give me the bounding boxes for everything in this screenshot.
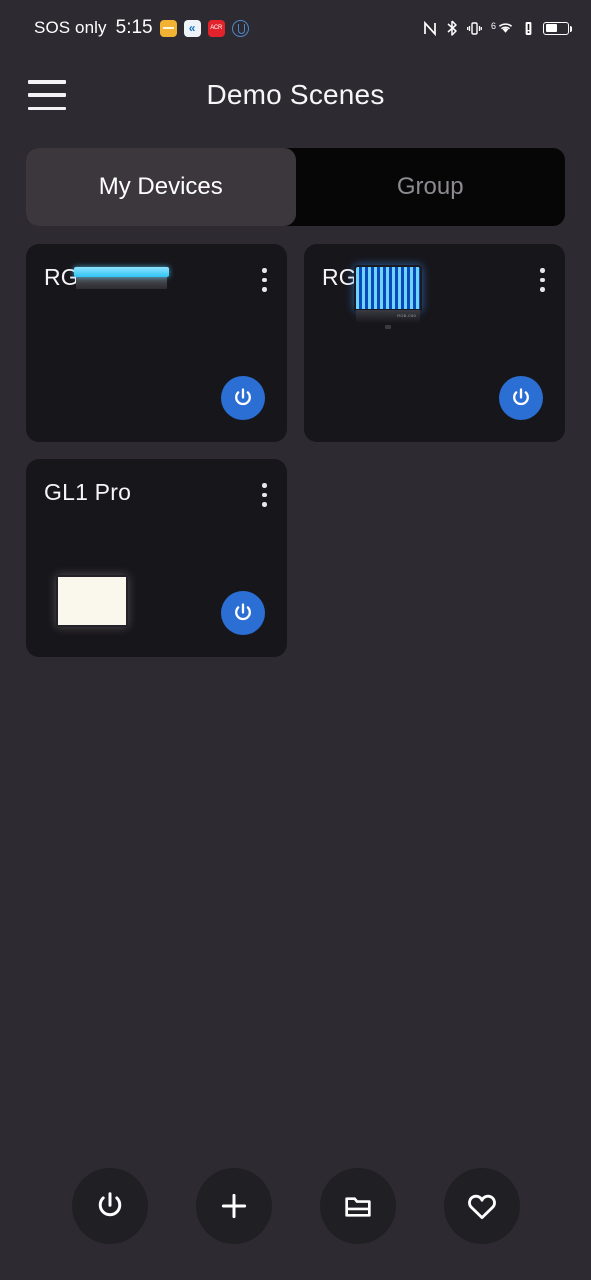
panel-stand bbox=[385, 325, 391, 329]
power-button[interactable] bbox=[221, 376, 265, 420]
nav-favorites-button[interactable] bbox=[443, 1168, 520, 1244]
bar-body bbox=[76, 276, 167, 289]
tab-group[interactable]: Group bbox=[296, 148, 566, 226]
device-card-rgb1[interactable]: RGB1 bbox=[26, 244, 287, 442]
panel-face bbox=[354, 265, 422, 311]
overflow-menu-icon[interactable] bbox=[262, 268, 267, 292]
carrier-label: SOS only bbox=[34, 18, 107, 37]
power-button[interactable] bbox=[499, 376, 543, 420]
folder-icon bbox=[344, 1197, 371, 1217]
battery-icon bbox=[543, 21, 572, 35]
tab-my-devices[interactable]: My Devices bbox=[26, 148, 296, 226]
bar-led bbox=[74, 267, 169, 277]
overflow-menu-icon[interactable] bbox=[540, 268, 545, 292]
hamburger-bar bbox=[28, 93, 66, 97]
wifi-generation-label: 6 bbox=[490, 21, 496, 31]
status-bar-left: SOS only 5:15 bbox=[34, 17, 249, 39]
blue-app-icon bbox=[183, 19, 201, 37]
power-button[interactable] bbox=[221, 591, 265, 635]
nav-folder-button[interactable] bbox=[319, 1168, 396, 1244]
app-header: Demo Scenes bbox=[0, 56, 591, 134]
heart-icon bbox=[467, 1194, 496, 1220]
device-name: GL1 Pro bbox=[44, 479, 132, 505]
battery-fill bbox=[545, 24, 558, 32]
shield-app-icon bbox=[231, 19, 249, 37]
folder-app-icon bbox=[159, 19, 177, 37]
clock-label: 5:15 bbox=[115, 17, 153, 38]
tab-bar: My Devices Group bbox=[26, 148, 565, 226]
hamburger-bar bbox=[28, 80, 66, 84]
status-bar-right: 6 bbox=[423, 20, 572, 36]
alert-icon bbox=[523, 21, 534, 36]
led-panel-blue-thumbnail bbox=[352, 261, 424, 333]
power-icon bbox=[98, 1192, 121, 1217]
hamburger-bar bbox=[28, 106, 66, 110]
power-icon bbox=[513, 388, 529, 406]
nav-add-button[interactable] bbox=[195, 1168, 272, 1244]
device-card-gl1-pro[interactable]: GL1 Pro bbox=[26, 459, 287, 657]
page-title: Demo Scenes bbox=[206, 79, 385, 110]
app-screen: SOS only 5:15 6 bbox=[0, 0, 591, 1280]
vibrate-icon bbox=[467, 21, 482, 36]
acr-app-icon bbox=[207, 19, 225, 37]
bluetooth-icon bbox=[446, 20, 458, 36]
device-grid: RGB1 RGB C80 bbox=[26, 244, 565, 657]
nfc-icon bbox=[423, 20, 437, 36]
wifi-icon: 6 bbox=[491, 21, 514, 35]
overflow-menu-icon[interactable] bbox=[262, 483, 267, 507]
power-icon bbox=[235, 603, 251, 621]
panel-warm-white-thumbnail bbox=[56, 575, 128, 627]
power-icon bbox=[235, 388, 251, 406]
light-bar-cyan-thumbnail bbox=[74, 261, 169, 289]
device-card-rgb-c80[interactable]: RGB C80 bbox=[304, 244, 565, 442]
status-bar: SOS only 5:15 6 bbox=[0, 0, 591, 56]
panel-base bbox=[356, 310, 420, 323]
bottom-navigation-bar bbox=[0, 1166, 591, 1246]
plus-icon bbox=[221, 1193, 246, 1219]
nav-power-button[interactable] bbox=[71, 1168, 148, 1244]
hamburger-menu-icon[interactable] bbox=[28, 80, 66, 110]
